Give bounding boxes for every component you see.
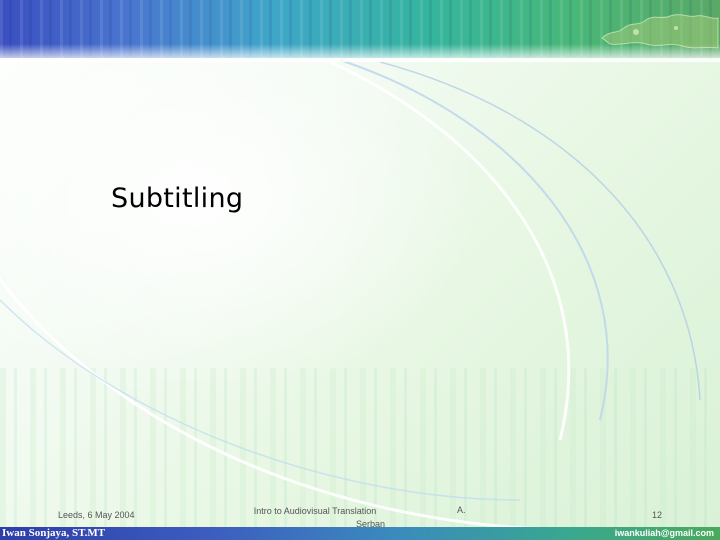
bottom-bar: Iwan Sonjaya, ST.MT iwankuliah@gmail.com <box>0 527 720 540</box>
bottom-bar-email: iwankuliah@gmail.com <box>614 528 714 538</box>
slide-title: Subtitling <box>111 183 244 214</box>
map-decoration-icon <box>601 14 719 49</box>
footer-presentation-title-line1: Intro to Audiovisual Translation <box>253 506 377 516</box>
footer-date: Leeds, 6 May 2004 <box>58 510 135 520</box>
swoosh-decoration <box>0 59 701 532</box>
slide: Subtitling Leeds, 6 May 2004 Intro to Au… <box>0 0 720 540</box>
bottom-bar-author: Iwan Sonjaya, ST.MT <box>2 527 106 539</box>
footer-author-initial: A. <box>457 505 466 515</box>
footer-page-number: 12 <box>652 510 663 520</box>
